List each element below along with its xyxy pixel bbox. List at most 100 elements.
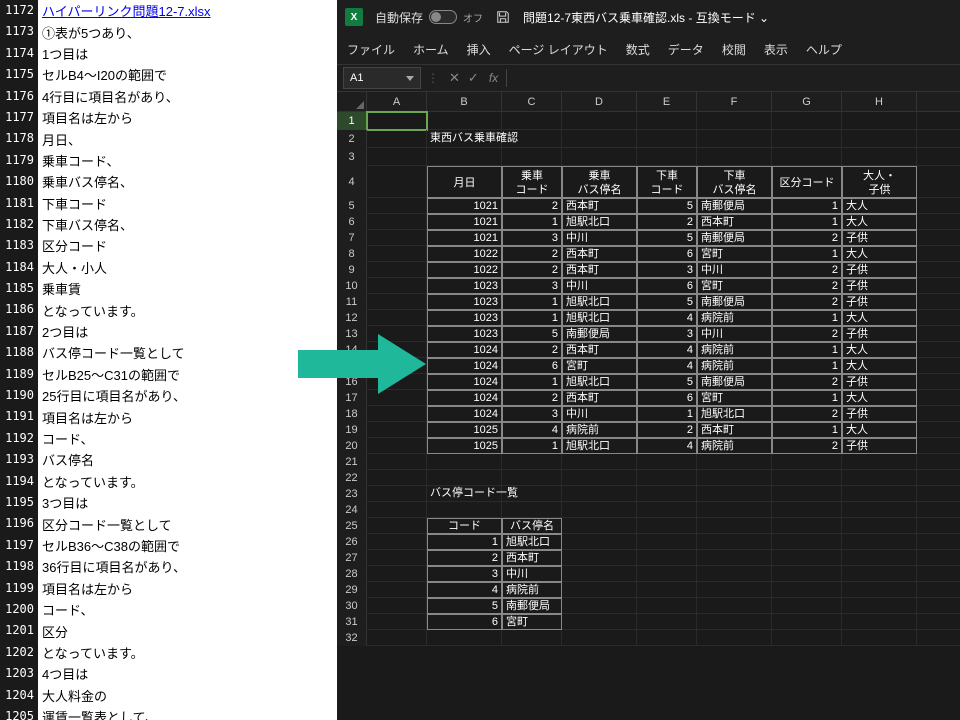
row-header[interactable]: 27 — [337, 550, 367, 566]
cell[interactable] — [367, 566, 427, 582]
cell[interactable] — [772, 486, 842, 502]
cell[interactable]: 西本町 — [562, 262, 637, 278]
cell[interactable]: 6 — [637, 390, 697, 406]
row-header[interactable]: 4 — [337, 166, 367, 198]
cell[interactable]: 1 — [772, 342, 842, 358]
cell[interactable]: 2 — [772, 230, 842, 246]
cell[interactable]: 病院前 — [562, 422, 637, 438]
row-header[interactable]: 12 — [337, 310, 367, 326]
row-header[interactable]: 28 — [337, 566, 367, 582]
cell[interactable]: 中川 — [502, 566, 562, 582]
cell[interactable]: 西本町 — [502, 550, 562, 566]
cell[interactable] — [367, 630, 427, 646]
cell[interactable] — [367, 454, 427, 470]
cell[interactable] — [842, 534, 917, 550]
cell[interactable]: 5 — [637, 374, 697, 390]
cell[interactable] — [772, 598, 842, 614]
cell[interactable]: 4 — [637, 310, 697, 326]
column-header-D[interactable]: D — [562, 92, 637, 111]
cell[interactable] — [637, 148, 697, 166]
cell[interactable] — [772, 566, 842, 582]
cell[interactable] — [697, 148, 772, 166]
cell[interactable]: 4 — [637, 342, 697, 358]
cell[interactable]: 病院前 — [697, 358, 772, 374]
fx-icon[interactable]: fx — [489, 71, 498, 85]
cell[interactable] — [502, 470, 562, 486]
cell[interactable]: 旭駅北口 — [562, 374, 637, 390]
cell[interactable] — [367, 112, 427, 130]
cell[interactable] — [637, 630, 697, 646]
table-header-cell[interactable]: 月日 — [427, 166, 502, 198]
row-header[interactable]: 22 — [337, 470, 367, 486]
cell[interactable]: 1024 — [427, 358, 502, 374]
cell[interactable] — [697, 598, 772, 614]
cell[interactable] — [637, 454, 697, 470]
row-header[interactable]: 6 — [337, 214, 367, 230]
cell[interactable] — [367, 214, 427, 230]
cell[interactable]: 3 — [427, 566, 502, 582]
cell[interactable]: 中川 — [562, 406, 637, 422]
cell[interactable] — [367, 166, 427, 198]
cell[interactable] — [637, 112, 697, 130]
cell[interactable] — [772, 502, 842, 518]
cell[interactable] — [427, 502, 502, 518]
cell[interactable]: 1 — [772, 198, 842, 214]
cell[interactable] — [367, 486, 427, 502]
table-header-cell[interactable]: 大人・子供 — [842, 166, 917, 198]
cell[interactable] — [562, 566, 637, 582]
cell[interactable]: 5 — [637, 198, 697, 214]
row-header[interactable]: 30 — [337, 598, 367, 614]
column-header-E[interactable]: E — [637, 92, 697, 111]
hyperlink[interactable]: ハイパーリンク問題12-7.xlsx — [38, 1, 211, 20]
cell[interactable]: 4 — [427, 582, 502, 598]
cell[interactable]: 1 — [772, 390, 842, 406]
cell[interactable]: 大人 — [842, 390, 917, 406]
cell[interactable]: 2 — [772, 294, 842, 310]
cell[interactable] — [502, 454, 562, 470]
cell[interactable] — [842, 148, 917, 166]
cell[interactable]: 大人 — [842, 214, 917, 230]
cell[interactable]: 宮町 — [697, 278, 772, 294]
cell[interactable] — [637, 614, 697, 630]
cell[interactable]: 5 — [502, 326, 562, 342]
cell[interactable] — [697, 550, 772, 566]
cell[interactable] — [367, 294, 427, 310]
cell[interactable] — [697, 470, 772, 486]
cell[interactable] — [367, 598, 427, 614]
cell[interactable]: 子供 — [842, 278, 917, 294]
cell[interactable]: 宮町 — [697, 246, 772, 262]
column-header-H[interactable]: H — [842, 92, 917, 111]
cell[interactable] — [842, 566, 917, 582]
cell[interactable]: 子供 — [842, 406, 917, 422]
cell[interactable] — [697, 630, 772, 646]
cell[interactable] — [772, 582, 842, 598]
row-header[interactable]: 2 — [337, 130, 367, 148]
cell[interactable] — [562, 550, 637, 566]
cell[interactable]: バス停名 — [502, 518, 562, 534]
cell[interactable]: 宮町 — [697, 390, 772, 406]
cell[interactable] — [562, 454, 637, 470]
cell[interactable]: 5 — [427, 598, 502, 614]
cell[interactable]: 6 — [427, 614, 502, 630]
cell[interactable] — [502, 630, 562, 646]
cell[interactable] — [697, 582, 772, 598]
cell[interactable]: 2 — [502, 390, 562, 406]
cell[interactable]: 1 — [502, 438, 562, 454]
cell[interactable] — [772, 454, 842, 470]
cell[interactable]: 南郵便局 — [697, 230, 772, 246]
cell[interactable] — [427, 148, 502, 166]
cell[interactable]: 西本町 — [697, 422, 772, 438]
cell[interactable]: 1021 — [427, 198, 502, 214]
cell[interactable]: 1025 — [427, 422, 502, 438]
cell[interactable] — [637, 518, 697, 534]
cell[interactable]: 2 — [502, 342, 562, 358]
cell[interactable]: 旭駅北口 — [562, 214, 637, 230]
spreadsheet-grid[interactable]: ABCDEFGH 12東西バス乗車確認34月日乗車コード乗車バス停名下車コード下… — [337, 92, 960, 720]
confirm-icon[interactable]: ✓ — [468, 70, 479, 86]
cell[interactable]: 2 — [772, 374, 842, 390]
cell[interactable] — [502, 486, 562, 502]
cell[interactable]: 1024 — [427, 406, 502, 422]
ribbon-tab-ホーム[interactable]: ホーム — [413, 41, 449, 58]
cell[interactable] — [367, 246, 427, 262]
cell[interactable] — [562, 534, 637, 550]
